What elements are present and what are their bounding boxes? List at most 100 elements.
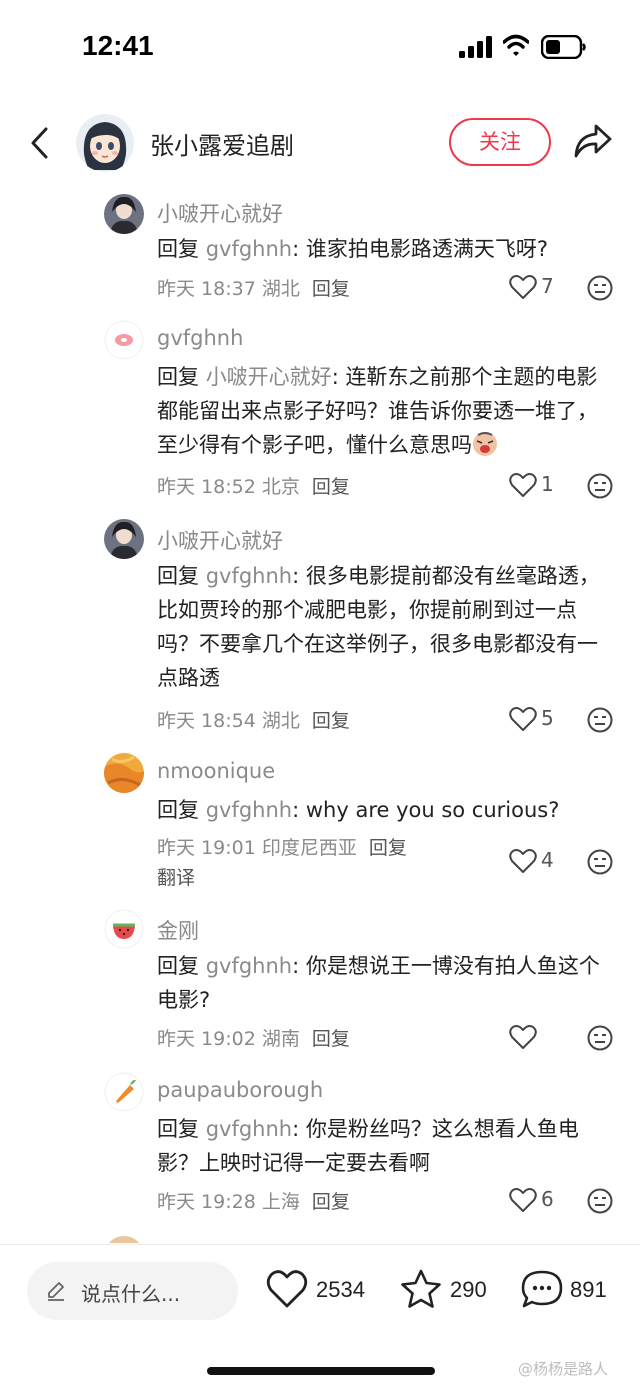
follow-button[interactable]: 关注 bbox=[449, 118, 551, 166]
comment-time: 昨天 19:28 bbox=[157, 1191, 256, 1213]
reply-prefix: 回复 bbox=[157, 564, 206, 588]
like-button[interactable]: 6 bbox=[509, 1187, 569, 1215]
reply-prefix: 回复 bbox=[157, 798, 206, 822]
author-avatar[interactable] bbox=[76, 114, 134, 172]
comment-count: 891 bbox=[570, 1277, 607, 1302]
neutral-face-icon[interactable] bbox=[587, 849, 613, 875]
avatar[interactable] bbox=[104, 753, 144, 793]
status-bar: 12:41 bbox=[0, 0, 640, 96]
reply-prefix: 回复 bbox=[157, 1117, 206, 1141]
comment-author[interactable]: gvfghnh bbox=[157, 326, 243, 350]
watermark: @杨杨是路人 bbox=[518, 1360, 609, 1378]
heart-icon bbox=[509, 1025, 537, 1049]
back-icon[interactable] bbox=[28, 126, 52, 160]
like-button[interactable] bbox=[509, 1024, 569, 1052]
avatar[interactable] bbox=[104, 320, 144, 360]
comment-time: 昨天 18:54 bbox=[157, 710, 256, 732]
mention[interactable]: gvfghnh bbox=[206, 564, 292, 588]
comment-text: 回复 gvfghnh: 你是粉丝吗？这么想看人鱼电影？上映时记得一定要去看啊 bbox=[157, 1112, 617, 1180]
post-like-count: 2534 bbox=[316, 1277, 365, 1302]
avatar[interactable] bbox=[104, 909, 144, 949]
comment-button[interactable]: 891 bbox=[520, 1265, 620, 1315]
comment-meta: 昨天 19:02 湖南 回复 bbox=[157, 1024, 350, 1051]
heart-icon bbox=[509, 1188, 537, 1212]
comment-location: 上海 bbox=[261, 1191, 300, 1213]
comment-time: 昨天 18:52 bbox=[157, 476, 256, 498]
comment-text: 回复 gvfghnh: why are you so curious? bbox=[157, 793, 617, 827]
like-count: 1 bbox=[541, 472, 554, 496]
wifi-icon bbox=[503, 34, 529, 56]
reply-button[interactable]: 回复 bbox=[312, 476, 350, 498]
reply-button[interactable]: 回复 bbox=[312, 278, 350, 300]
neutral-face-icon[interactable] bbox=[587, 1188, 613, 1214]
status-time: 12:41 bbox=[82, 30, 154, 61]
comment-author[interactable]: nmoonique bbox=[157, 759, 275, 783]
comment-text: 回复 gvfghnh: 谁家拍电影路透满天飞呀? bbox=[157, 232, 617, 266]
reply-prefix: 回复 bbox=[157, 237, 206, 261]
mention[interactable]: gvfghnh bbox=[206, 1117, 292, 1141]
home-indicator[interactable] bbox=[207, 1367, 435, 1375]
neutral-face-icon[interactable] bbox=[587, 1025, 613, 1051]
like-post-button[interactable]: 2534 bbox=[266, 1265, 378, 1315]
comment-location: 北京 bbox=[261, 476, 300, 498]
reply-button[interactable]: 回复 bbox=[312, 1028, 350, 1050]
avatar[interactable] bbox=[104, 1236, 144, 1243]
like-button[interactable]: 4 bbox=[509, 848, 569, 876]
like-count: 5 bbox=[541, 706, 554, 730]
comment-author[interactable]: paupauborough bbox=[157, 1078, 323, 1102]
reply-prefix: 回复 bbox=[157, 954, 206, 978]
comment-time: 昨天 19:01 bbox=[157, 837, 256, 859]
heart-icon bbox=[509, 473, 537, 497]
like-count: 4 bbox=[541, 848, 554, 872]
heart-icon bbox=[509, 849, 537, 873]
comment-text: 回复 gvfghnh: 很多电影提前都没有丝毫路透，比如贾玲的那个减肥电影，你提… bbox=[157, 559, 617, 695]
mention[interactable]: gvfghnh bbox=[206, 237, 292, 261]
chat-bubble-icon bbox=[521, 1270, 563, 1308]
comment-author[interactable]: 小啵开心就好 bbox=[157, 198, 283, 228]
bottom-action-bar: 说点什么... 2534 290 891 @杨杨是路人 bbox=[0, 1244, 640, 1387]
like-button[interactable]: 1 bbox=[509, 472, 569, 500]
reply-button[interactable]: 回复 bbox=[369, 837, 407, 859]
signal-icon bbox=[459, 36, 492, 58]
comment-meta: 昨天 18:37 湖北 回复 bbox=[157, 274, 350, 301]
comment-meta: 昨天 18:52 北京 回复 bbox=[157, 472, 350, 499]
comment-location: 湖南 bbox=[261, 1028, 300, 1050]
comment-meta: 昨天 19:28 上海 回复 bbox=[157, 1187, 350, 1214]
mention[interactable]: gvfghnh bbox=[206, 798, 292, 822]
comment-time: 昨天 19:02 bbox=[157, 1028, 256, 1050]
neutral-face-icon[interactable] bbox=[587, 275, 613, 301]
comment-author[interactable]: 小啵开心就好 bbox=[157, 525, 283, 555]
like-button[interactable]: 7 bbox=[509, 274, 569, 302]
comment-author[interactable]: 金刚 bbox=[157, 915, 199, 945]
comment-location: 湖北 bbox=[261, 278, 300, 300]
author-name[interactable]: 张小露爱追剧 bbox=[150, 126, 294, 161]
battery-icon bbox=[541, 35, 586, 59]
avatar[interactable] bbox=[104, 194, 144, 234]
reply-button[interactable]: 回复 bbox=[312, 710, 350, 732]
comment-text: 回复 gvfghnh: 你是想说王一博没有拍人鱼这个电影? bbox=[157, 949, 617, 1017]
mention[interactable]: gvfghnh bbox=[206, 954, 292, 978]
comment-content: : 谁家拍电影路透满天飞呀? bbox=[292, 237, 549, 261]
comment-meta: 昨天 19:01 印度尼西亚 回复 bbox=[157, 833, 407, 860]
star-icon bbox=[401, 1269, 441, 1308]
heart-icon bbox=[509, 707, 537, 731]
comment-meta: 昨天 18:54 湖北 回复 bbox=[157, 706, 350, 733]
share-icon[interactable] bbox=[573, 122, 613, 160]
neutral-face-icon[interactable] bbox=[587, 707, 613, 733]
mention[interactable]: 小啵开心就好 bbox=[206, 365, 332, 389]
favorite-count: 290 bbox=[450, 1277, 487, 1302]
neutral-face-icon[interactable] bbox=[587, 473, 613, 499]
reply-prefix: 回复 bbox=[157, 365, 206, 389]
comment-time: 昨天 18:37 bbox=[157, 278, 256, 300]
crying-emoji-icon bbox=[473, 432, 497, 456]
comment-input[interactable]: 说点什么... bbox=[27, 1262, 238, 1320]
comment-content: : why are you so curious? bbox=[292, 798, 560, 822]
input-placeholder: 说点什么... bbox=[81, 1282, 181, 1306]
favorite-button[interactable]: 290 bbox=[400, 1265, 496, 1315]
avatar[interactable] bbox=[104, 519, 144, 559]
reply-button[interactable]: 回复 bbox=[312, 1191, 350, 1213]
translate-button[interactable]: 翻译 bbox=[157, 863, 195, 890]
avatar[interactable] bbox=[104, 1072, 144, 1112]
heart-icon bbox=[266, 1270, 308, 1308]
like-button[interactable]: 5 bbox=[509, 706, 569, 734]
